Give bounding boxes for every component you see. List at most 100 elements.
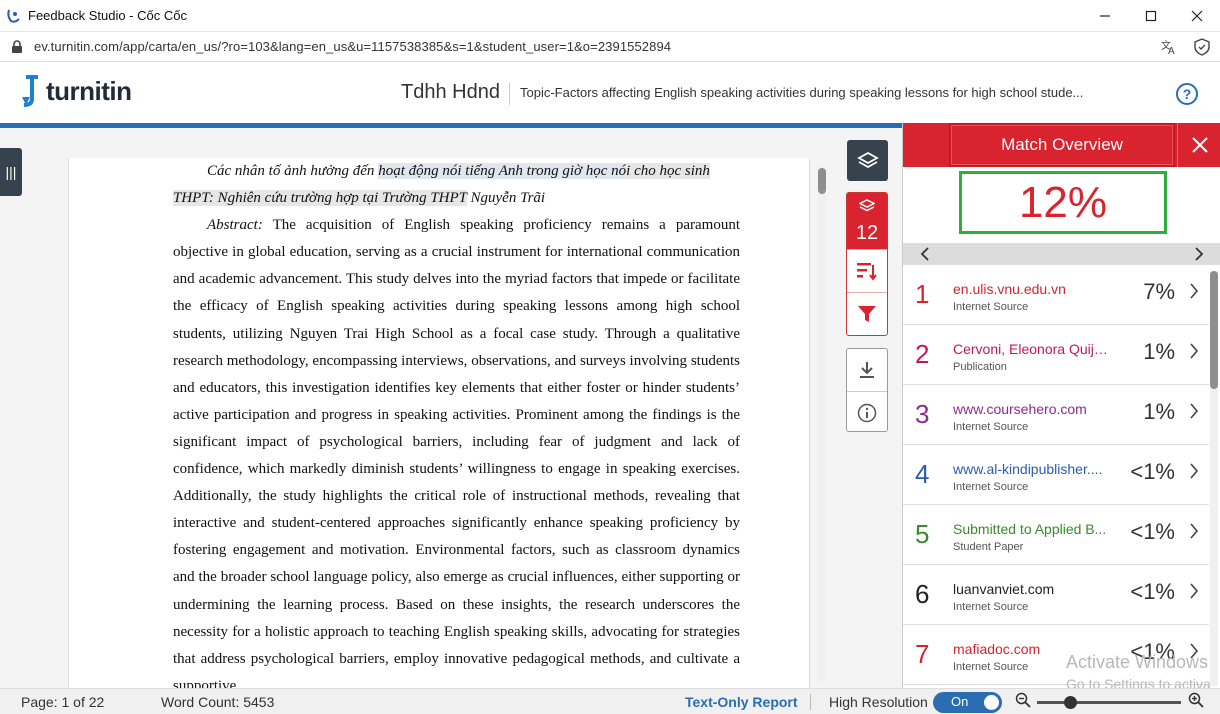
toggle-knob <box>984 695 999 710</box>
document-title: Topic-Factors affecting English speaking… <box>520 85 1084 100</box>
match-source-type: Internet Source <box>953 601 1029 613</box>
document-scrollbar[interactable] <box>818 164 826 684</box>
match-rank: 7 <box>915 639 930 669</box>
layers-button[interactable] <box>847 140 888 181</box>
match-highlight[interactable]: THPT: Nghiên cứu trường hợp tại Trường T… <box>173 190 467 207</box>
maximize-icon[interactable] <box>1128 0 1174 32</box>
chevron-right-icon[interactable] <box>1189 523 1199 544</box>
match-percent: 1% <box>1143 339 1175 364</box>
match-highlight[interactable]: cho học sinh <box>630 163 710 179</box>
document-viewer[interactable]: ||| Các nhân tố ảnh hưởng đến hoạt động … <box>0 128 840 688</box>
help-icon[interactable]: ? <box>1176 83 1198 105</box>
match-source-type: Internet Source <box>953 661 1029 673</box>
sort-button[interactable] <box>847 249 887 292</box>
match-rank: 5 <box>915 519 930 549</box>
download-button[interactable] <box>847 349 887 391</box>
abstract-paragraph: Abstract: The acquisition of English spe… <box>173 212 740 688</box>
zoom-slider[interactable] <box>1037 701 1181 704</box>
status-bar: Page: 1 of 22 Word Count: 5453 Text-Only… <box>0 688 1220 714</box>
match-source-type: Internet Source <box>953 421 1029 433</box>
match-count: 12 <box>855 222 879 244</box>
match-rank: 3 <box>915 399 930 429</box>
match-source[interactable]: Cervoni, Eleonora Quija... <box>953 341 1113 357</box>
panel-scrollbar[interactable] <box>1210 271 1218 686</box>
minimize-icon[interactable] <box>1082 0 1128 32</box>
panel-header: Match Overview <box>903 123 1220 167</box>
match-percent: <1% <box>1130 459 1175 484</box>
abstract-heading: Abstract: <box>207 217 263 234</box>
match-source[interactable]: Submitted to Applied B... <box>953 521 1113 537</box>
browser-app-icon <box>6 8 22 24</box>
side-panel-toggle[interactable]: ||| <box>0 148 22 196</box>
info-button[interactable] <box>847 391 887 433</box>
chevron-right-icon[interactable] <box>1177 243 1220 265</box>
match-overview-button[interactable]: 12 <box>847 193 887 249</box>
match-percent: <1% <box>1130 519 1175 544</box>
match-source[interactable]: www.coursehero.com <box>953 401 1113 417</box>
match-highlight[interactable]: hoạt động nói tiếng Anh trong giờ học nó… <box>378 163 631 179</box>
chevron-right-icon[interactable] <box>1189 463 1199 484</box>
zoom-slider-handle[interactable] <box>1064 696 1077 709</box>
zoom-in-icon[interactable] <box>1188 692 1204 711</box>
overall-similarity: 12% <box>959 171 1167 234</box>
match-item[interactable]: 2 Cervoni, Eleonora Quija... Publication 1% <box>903 325 1209 385</box>
match-source-type: Internet Source <box>953 301 1029 313</box>
document-page: Các nhân tố ảnh hưởng đến hoạt động nói … <box>68 158 810 688</box>
panel-scrollbar-thumb[interactable] <box>1210 271 1218 389</box>
match-source-type: Publication <box>953 361 1007 373</box>
paper-title: Các nhân tố ảnh hưởng đến hoạt động nói … <box>173 158 740 212</box>
abstract-body: The acquisition of English speaking prof… <box>173 217 740 688</box>
word-count: Word Count: 5453 <box>161 694 275 710</box>
url-text[interactable]: ev.turnitin.com/app/carta/en_us/?ro=103&… <box>34 39 671 54</box>
document-scrollbar-thumb[interactable] <box>818 168 826 194</box>
svg-text:A: A <box>1168 46 1175 56</box>
panel-close-icon[interactable] <box>1177 123 1220 167</box>
title-text: Nguyễn Trãi <box>466 190 546 207</box>
chevron-right-icon[interactable] <box>1189 403 1199 424</box>
chevron-right-icon[interactable] <box>1189 343 1199 364</box>
utility-tools <box>846 348 888 432</box>
download-icon <box>860 362 874 378</box>
zoom-out-icon[interactable] <box>1015 692 1031 711</box>
window-titlebar: Feedback Studio - Cốc Cốc <box>0 0 1220 32</box>
match-source[interactable]: en.ulis.vnu.edu.vn <box>953 281 1113 297</box>
match-item[interactable]: 4 www.al-kindipublisher.... Internet Sourc… <box>903 445 1209 505</box>
match-source-type: Student Paper <box>953 541 1024 553</box>
header-divider <box>509 83 510 105</box>
chevron-left-icon[interactable] <box>903 243 947 265</box>
match-percent: <1% <box>1130 579 1175 604</box>
chevron-right-icon[interactable] <box>1189 583 1199 604</box>
match-item[interactable]: 6 luanvanviet.com Internet Source <1% <box>903 565 1209 625</box>
shield-icon[interactable] <box>1194 38 1210 61</box>
sort-icon <box>857 263 877 281</box>
match-item[interactable]: 1 en.ulis.vnu.edu.vn Internet Source 7% <box>903 265 1209 325</box>
info-icon <box>857 403 877 422</box>
filter-button[interactable] <box>847 292 887 335</box>
chevron-right-icon[interactable] <box>1189 283 1199 304</box>
match-item[interactable]: 3 www.coursehero.com Internet Source 1% <box>903 385 1209 445</box>
turnitin-logo[interactable]: turnitin <box>20 75 132 107</box>
app-header: turnitin Tdhh Hdnd Topic-Factors affecti… <box>0 63 1220 123</box>
layers-small-icon <box>858 199 876 212</box>
document-text: Các nhân tố ảnh hưởng đến hoạt động nói … <box>173 158 740 688</box>
layers-icon <box>856 151 879 168</box>
match-source[interactable]: luanvanviet.com <box>953 581 1113 597</box>
match-source[interactable]: www.al-kindipublisher.... <box>953 461 1113 477</box>
match-item[interactable]: 5 Submitted to Applied B... Student Paper <… <box>903 505 1209 565</box>
turnitin-logo-icon <box>22 75 38 107</box>
match-percent: 1% <box>1143 399 1175 424</box>
toggle-label: On <box>951 694 969 709</box>
match-rank: 6 <box>915 579 930 609</box>
match-source-type: Internet Source <box>953 481 1029 493</box>
panel-nav <box>903 243 1220 265</box>
filter-icon <box>858 306 876 322</box>
high-resolution-label: High Resolution <box>829 694 928 710</box>
close-icon[interactable] <box>1174 0 1220 32</box>
high-resolution-toggle[interactable]: On <box>933 692 1002 713</box>
lock-icon <box>10 39 24 54</box>
match-rank: 4 <box>915 459 930 489</box>
match-list: 1 en.ulis.vnu.edu.vn Internet Source 7% 2 Cer… <box>903 265 1209 685</box>
translate-icon[interactable]: 文A <box>1160 38 1178 61</box>
text-only-report-link[interactable]: Text-Only Report <box>685 694 798 710</box>
address-bar[interactable]: ev.turnitin.com/app/carta/en_us/?ro=103&… <box>0 32 1220 62</box>
